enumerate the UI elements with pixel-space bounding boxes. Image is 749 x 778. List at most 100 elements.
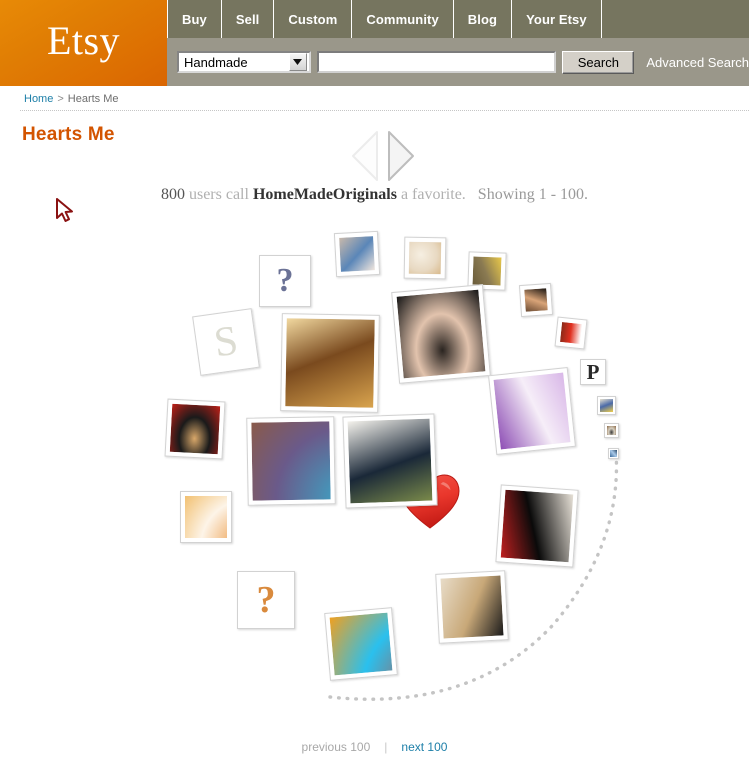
breadcrumb-current: Hearts Me (67, 93, 119, 105)
search-category-value: Handmade (184, 54, 248, 70)
avatar-image (185, 496, 227, 538)
avatar-image (285, 318, 375, 408)
avatar-photo (440, 575, 504, 639)
avatar-photo (493, 372, 571, 450)
avatar-image (472, 256, 502, 286)
avatar-image (329, 612, 393, 676)
summary-showing-range: Showing 1 - 100. (477, 186, 589, 203)
nav-item-buy[interactable]: Buy (167, 0, 222, 38)
avatar-photo (524, 288, 548, 312)
avatar-image (396, 289, 486, 379)
avatar-photo (500, 489, 574, 563)
avatar-thumbnail[interactable] (391, 284, 491, 384)
avatar-image: ? (264, 260, 306, 302)
summary-favorite-word: a favorite. (400, 186, 466, 203)
page-title: Hearts Me (22, 124, 115, 145)
avatar-photo (251, 421, 331, 501)
avatar-thumbnail[interactable] (604, 423, 619, 438)
avatar-thumbnail[interactable] (333, 230, 381, 278)
avatar-thumbnail[interactable] (342, 413, 438, 509)
previous-page-arrow-icon[interactable] (350, 130, 380, 187)
avatar-thumbnail[interactable] (608, 448, 619, 459)
advanced-search-link[interactable]: Advanced Search (646, 55, 749, 70)
nav-item-buy-label: Buy (182, 11, 207, 27)
avatar-thumbnail[interactable] (435, 570, 509, 644)
avatar-photo (472, 256, 502, 286)
shop-name[interactable]: HomeMadeOriginals (253, 186, 397, 203)
avatar-thumbnail[interactable]: ? (237, 571, 295, 629)
avatar-photo (329, 612, 393, 676)
avatar-photo (560, 322, 582, 344)
avatar-thumbnail[interactable] (403, 236, 447, 280)
pagination-separator: | (384, 740, 388, 754)
avatar-thumbnail[interactable] (597, 396, 616, 415)
nav-item-custom-label: Custom (288, 11, 338, 27)
avatar-thumbnail[interactable] (180, 491, 232, 543)
avatar-photo (600, 399, 613, 412)
pager-arrows (350, 130, 416, 187)
breadcrumb-home-link[interactable]: Home (24, 93, 53, 105)
avatar-thumbnail[interactable] (488, 367, 576, 455)
next-page-arrow-icon[interactable] (386, 130, 416, 187)
avatar-photo (396, 289, 486, 379)
nav-item-blog-label: Blog (467, 11, 498, 27)
letter-avatar-icon: S (197, 313, 255, 371)
avatar-thumbnail[interactable] (280, 313, 380, 413)
breadcrumb-divider (20, 110, 749, 111)
hearts-avatar-cloud: ? S P? (0, 0, 749, 778)
etsy-logo-text: Etsy (46, 18, 121, 63)
nav-item-custom[interactable]: Custom (274, 0, 353, 38)
avatar-photo (347, 418, 433, 504)
avatar-photo (408, 241, 442, 275)
avatar-thumbnail[interactable] (324, 607, 398, 681)
search-input[interactable] (316, 51, 557, 73)
avatar-image: P (585, 364, 601, 380)
nav-filler (602, 0, 749, 38)
avatar-image (560, 322, 582, 344)
avatar-photo (185, 496, 227, 538)
pagination-next-link[interactable]: next 100 (401, 740, 447, 754)
avatar-thumbnail[interactable] (554, 316, 588, 350)
avatar-photo (610, 450, 617, 457)
favorite-count: 800 (160, 186, 185, 203)
pagination: previous 100 | next 100 (0, 740, 749, 754)
avatar-thumbnail[interactable] (164, 398, 226, 460)
avatar-photo (169, 403, 221, 455)
avatar-image (251, 421, 331, 501)
avatar-thumbnail[interactable]: S (192, 308, 260, 376)
avatar-thumbnail[interactable] (495, 484, 579, 568)
search-bar: Handmade Search Advanced Search (167, 38, 749, 86)
avatar-image (169, 403, 221, 455)
letter-avatar-icon: P (585, 364, 601, 380)
nav-item-your-etsy[interactable]: Your Etsy (512, 0, 602, 38)
avatar-image (339, 236, 375, 272)
avatar-thumbnail[interactable] (246, 416, 336, 506)
avatar-image (600, 399, 613, 412)
avatar-image (440, 575, 504, 639)
avatar-photo (285, 318, 375, 408)
etsy-logo[interactable]: Etsy (0, 0, 167, 86)
avatar-image: S (197, 313, 255, 371)
avatar-image (347, 418, 433, 504)
nav-item-community[interactable]: Community (352, 0, 454, 38)
question-mark-icon: ? (264, 260, 306, 302)
search-category-select[interactable]: Handmade (177, 51, 311, 73)
nav-item-sell[interactable]: Sell (222, 0, 275, 38)
nav-item-your-etsy-label: Your Etsy (526, 11, 587, 27)
nav-item-sell-label: Sell (235, 11, 260, 27)
breadcrumb: Home > Hearts Me (0, 86, 749, 112)
search-button[interactable]: Search (562, 50, 635, 74)
breadcrumb-separator: > (57, 93, 64, 105)
nav-item-blog[interactable]: Blog (454, 0, 513, 38)
chevron-down-icon[interactable] (288, 53, 307, 71)
avatar-image (500, 489, 574, 563)
avatar-image (408, 241, 442, 275)
avatar-image: ? (242, 576, 290, 624)
avatar-thumbnail[interactable]: P (580, 359, 606, 385)
pagination-previous-link[interactable]: previous 100 (302, 740, 371, 754)
avatar-thumbnail[interactable]: ? (259, 255, 311, 307)
avatar-image (610, 450, 617, 457)
avatar-photo (339, 236, 375, 272)
avatar-thumbnail[interactable] (518, 282, 554, 318)
avatar-image (524, 288, 548, 312)
